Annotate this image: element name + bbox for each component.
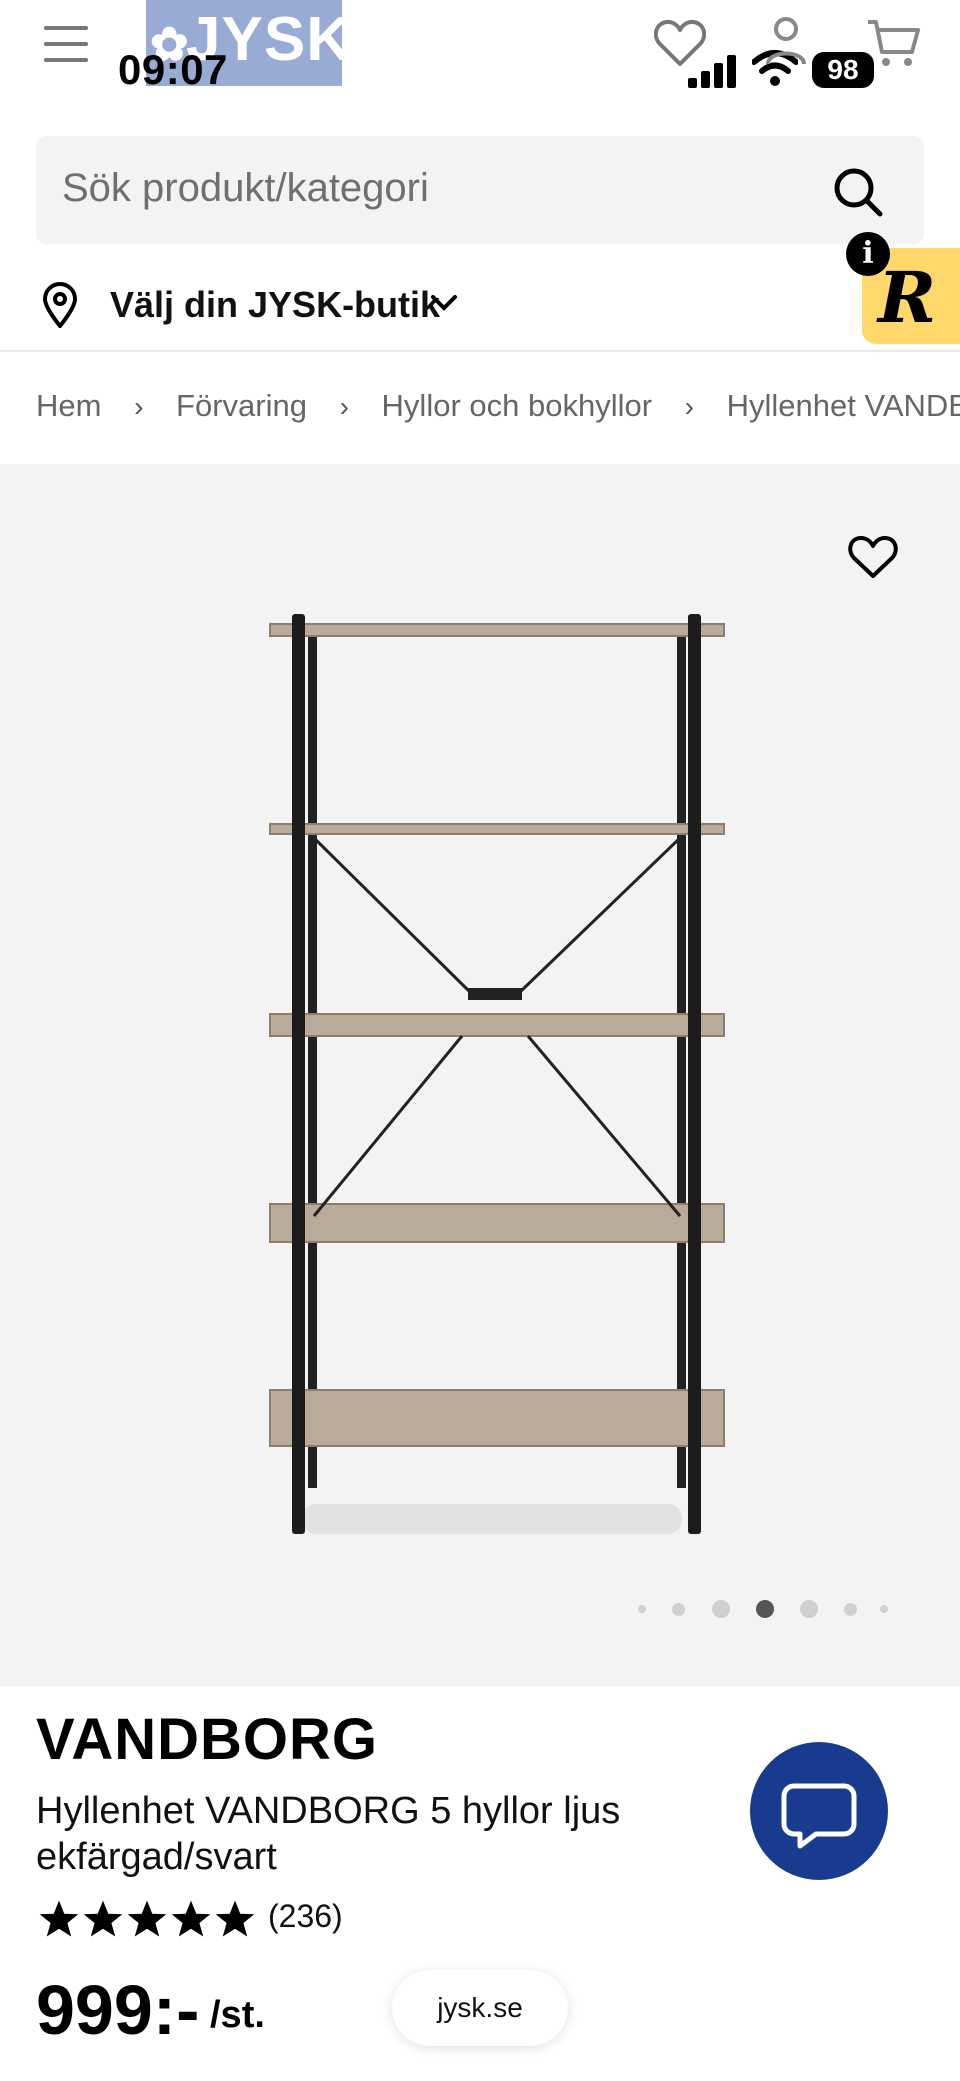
browser-url-bar[interactable]: jysk.se bbox=[392, 1970, 568, 2046]
chevron-right-icon: › bbox=[684, 391, 694, 422]
pagination-dot[interactable] bbox=[672, 1603, 685, 1616]
pagination-dot[interactable] bbox=[638, 1605, 646, 1613]
pagination-dot[interactable] bbox=[800, 1600, 818, 1618]
heart-icon[interactable] bbox=[848, 534, 898, 580]
chevron-right-icon: › bbox=[134, 391, 144, 422]
info-icon[interactable]: i bbox=[846, 232, 890, 276]
rating-count[interactable]: (236) bbox=[268, 1898, 343, 1935]
gallery-pagination[interactable] bbox=[630, 1594, 890, 1624]
chat-icon bbox=[781, 1783, 857, 1849]
search-bar[interactable]: Sök produkt/kategori bbox=[36, 136, 924, 244]
breadcrumb: Hem › Förvaring › Hyllor och bokhyllor ›… bbox=[36, 388, 960, 428]
product-brand: VANDBORG bbox=[36, 1707, 379, 1772]
rating-stars[interactable] bbox=[36, 1896, 436, 1944]
store-label[interactable]: Välj din JYSK-butik bbox=[110, 284, 440, 326]
pagination-dot[interactable] bbox=[844, 1603, 857, 1616]
chevron-right-icon: › bbox=[339, 391, 349, 422]
header: ✿ JYSK 09:07 98 bbox=[0, 0, 960, 130]
location-pin-icon bbox=[42, 282, 78, 328]
chat-button[interactable] bbox=[750, 1742, 888, 1880]
pagination-dot[interactable] bbox=[880, 1605, 888, 1613]
breadcrumb-item[interactable]: Hem bbox=[36, 388, 101, 423]
breadcrumb-item[interactable]: Hyllor och bokhyllor bbox=[382, 388, 653, 423]
star-icon bbox=[215, 1900, 255, 1937]
breadcrumb-item[interactable]: Förvaring bbox=[176, 388, 307, 423]
signal-icon bbox=[688, 54, 738, 88]
account-icon[interactable] bbox=[764, 16, 808, 68]
product-gallery[interactable] bbox=[0, 464, 960, 1686]
search-icon[interactable] bbox=[832, 166, 884, 218]
r-badge-letter: R bbox=[878, 256, 937, 339]
battery-indicator: 98 bbox=[812, 52, 874, 88]
price-unit: /st. bbox=[210, 1994, 265, 2036]
star-icon bbox=[171, 1900, 211, 1937]
search-input[interactable]: Sök produkt/kategori bbox=[62, 166, 429, 211]
pagination-dot[interactable] bbox=[712, 1600, 730, 1618]
star-icon bbox=[127, 1900, 167, 1937]
status-time: 09:07 bbox=[118, 46, 228, 93]
pagination-dot-active[interactable] bbox=[756, 1600, 774, 1618]
cart-icon[interactable] bbox=[866, 18, 922, 70]
star-icon bbox=[83, 1900, 123, 1937]
menu-icon[interactable] bbox=[44, 26, 88, 62]
product-price: 999:- bbox=[36, 1971, 200, 2049]
star-icon bbox=[39, 1900, 79, 1937]
breadcrumb-item-current: Hyllenhet VANDBO bbox=[726, 388, 960, 423]
store-selector[interactable]: Välj din JYSK-butik bbox=[0, 262, 960, 352]
product-name: Hyllenhet VANDBORG 5 hyllor ljus ekfärga… bbox=[36, 1790, 621, 1878]
product-image bbox=[269, 614, 725, 1534]
chevron-down-icon[interactable] bbox=[430, 292, 458, 314]
